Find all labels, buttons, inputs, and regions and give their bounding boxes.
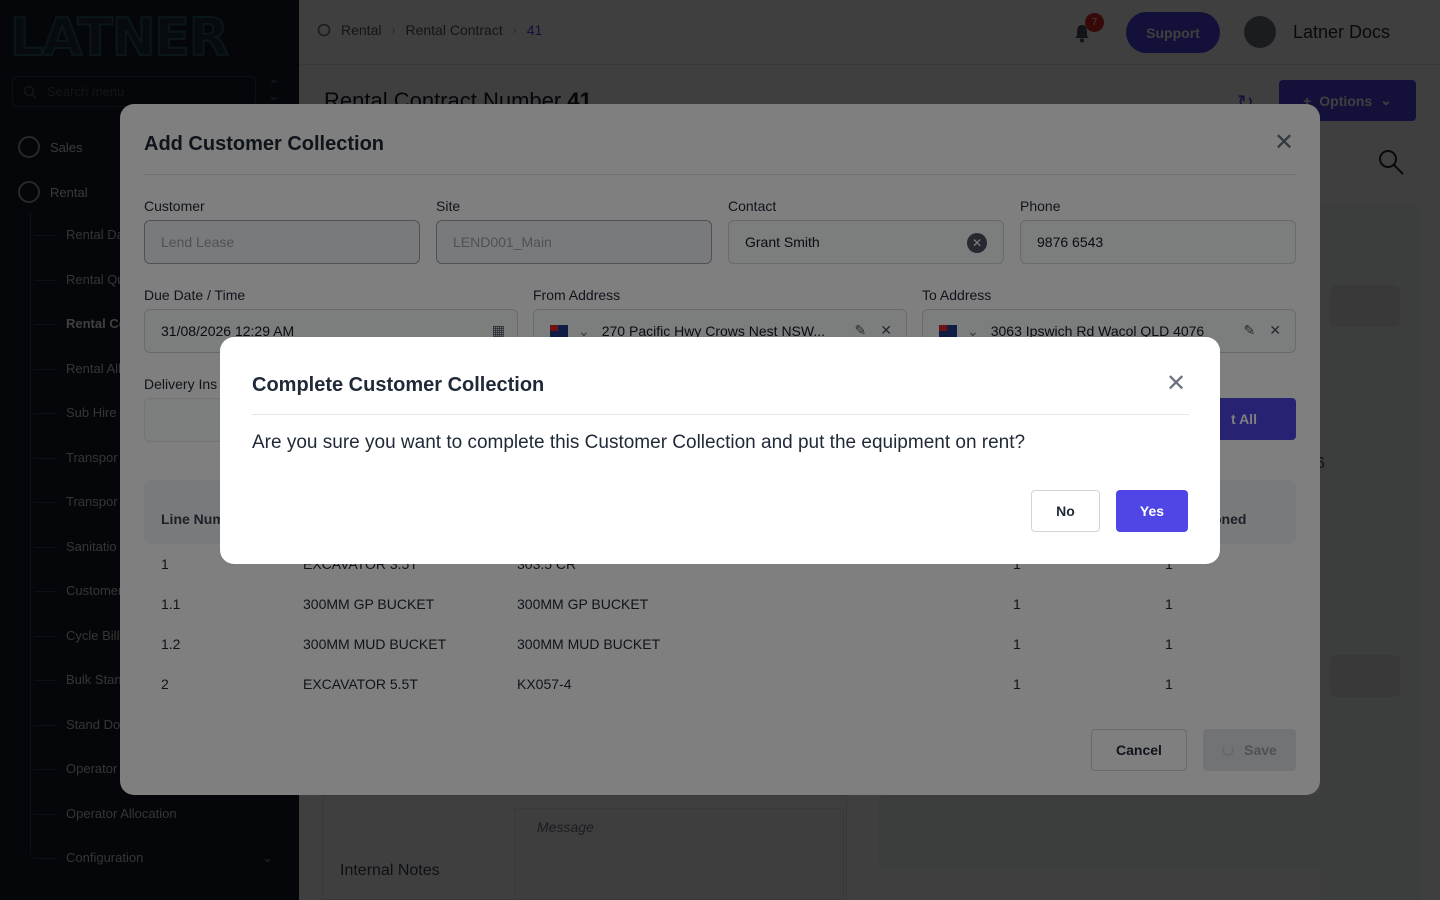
app-root: LATNER Search menu ⌃⌄ Sales Rental Renta…: [0, 0, 1440, 900]
yes-button[interactable]: Yes: [1116, 490, 1188, 532]
complete-collection-dialog: Complete Customer Collection ✕ Are you s…: [220, 337, 1220, 564]
no-button[interactable]: No: [1031, 490, 1100, 532]
close-icon[interactable]: ✕: [1166, 372, 1186, 396]
dialog-message: Are you sure you want to complete this C…: [252, 432, 1026, 453]
divider: [252, 414, 1189, 415]
dialog-title: Complete Customer Collection: [252, 374, 545, 396]
